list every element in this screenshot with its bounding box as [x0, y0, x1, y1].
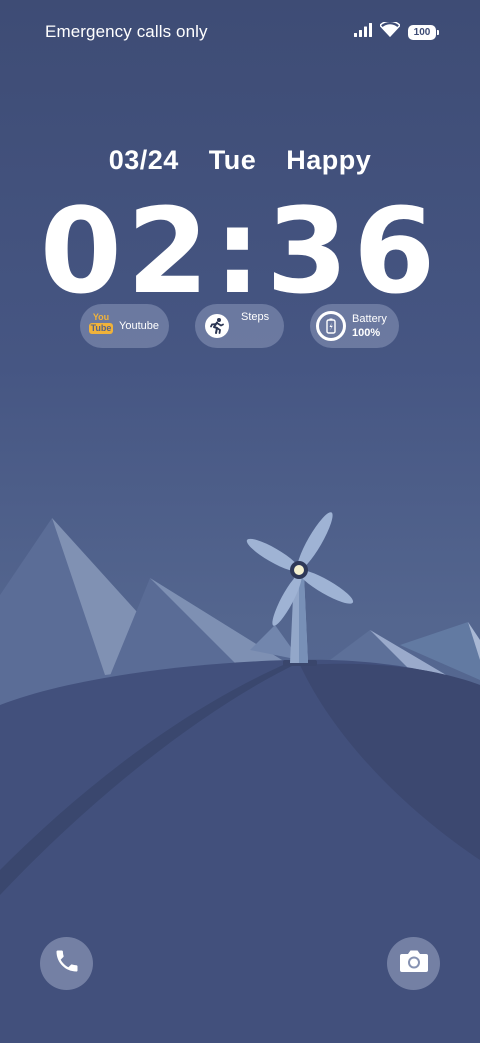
- youtube-logo-top: You: [92, 312, 110, 322]
- signal-icon: [354, 22, 372, 42]
- camera-icon: [399, 948, 429, 979]
- status-icons: 100: [354, 20, 439, 42]
- steps-widget-label: Steps: [241, 311, 270, 323]
- running-person-icon: [205, 314, 229, 338]
- battery-level-text: 100: [413, 26, 431, 38]
- phone-shortcut-button[interactable]: [40, 937, 93, 990]
- date-text: 03/24: [108, 145, 179, 175]
- youtube-logo: You Tube: [88, 312, 114, 340]
- carrier-status-text: Emergency calls only: [45, 22, 208, 41]
- youtube-widget[interactable]: You Tube Youtube: [80, 304, 169, 348]
- battery-widget[interactable]: Battery 100%: [310, 304, 399, 348]
- battery-widget-label: Battery: [352, 313, 387, 325]
- greeting-text: Happy: [286, 145, 372, 175]
- youtube-logo-bottom: Tube: [88, 323, 114, 334]
- youtube-widget-label: Youtube: [119, 320, 159, 332]
- wifi-icon: [378, 20, 402, 42]
- battery-widget-value: 100%: [352, 327, 381, 339]
- windmill-tower-shade: [299, 575, 308, 663]
- lockscreen-clock: 02:36: [39, 182, 441, 320]
- date-row: 03/24 Tue Happy: [0, 145, 480, 176]
- weekday-text: Tue: [208, 145, 257, 175]
- steps-widget[interactable]: Steps: [195, 304, 284, 348]
- battery-widget-text: Battery 100%: [352, 312, 387, 340]
- battery-ring-icon: [316, 311, 346, 341]
- battery-icon: 100: [408, 24, 439, 40]
- phone-icon: [53, 947, 81, 980]
- status-bar: Emergency calls only 100: [0, 0, 480, 64]
- camera-shortcut-button[interactable]: [387, 937, 440, 990]
